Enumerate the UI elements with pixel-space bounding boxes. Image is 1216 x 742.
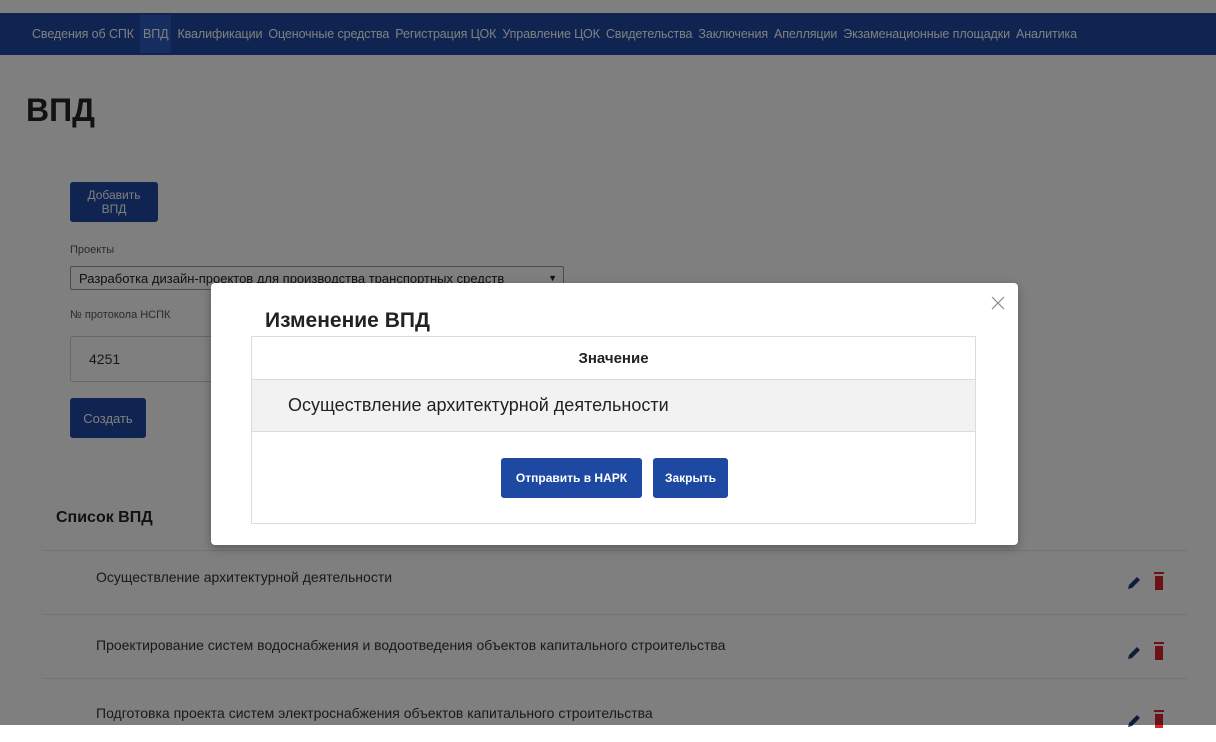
modal-table: Значение Осуществление архитектурной дея…	[251, 336, 976, 524]
vpd-value: Осуществление архитектурной деятельности	[288, 395, 669, 415]
close-button[interactable]: Закрыть	[653, 458, 728, 498]
modal-title: Изменение ВПД	[265, 309, 430, 332]
send-to-nark-button[interactable]: Отправить в НАРК	[501, 458, 642, 498]
table-row: Осуществление архитектурной деятельности	[252, 380, 975, 432]
column-header-value: Значение	[252, 337, 975, 380]
edit-vpd-modal: Изменение ВПД Значение Осуществление арх…	[211, 283, 1018, 545]
close-icon[interactable]	[990, 295, 1006, 311]
